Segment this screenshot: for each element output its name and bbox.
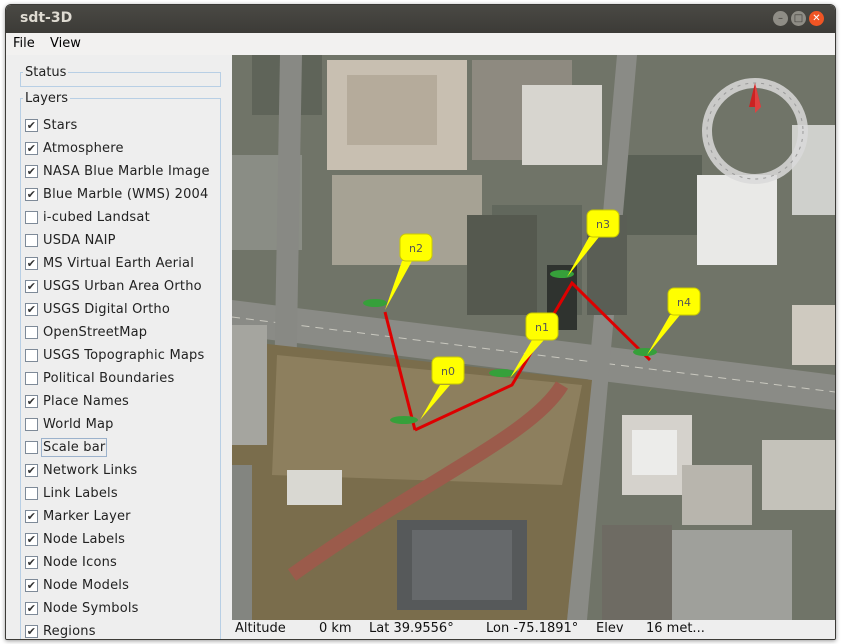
- checkbox-checked-icon[interactable]: ✔: [25, 141, 38, 155]
- checkbox-checked-icon[interactable]: ✔: [25, 302, 38, 316]
- checkbox-unchecked-icon[interactable]: [25, 417, 38, 431]
- checkbox-checked-icon[interactable]: ✔: [25, 463, 38, 477]
- layer-label: MS Virtual Earth Aerial: [43, 255, 195, 271]
- layer-label: Scale bar: [40, 437, 108, 457]
- layer-toggle[interactable]: ✔ USGS Digital Ortho: [25, 299, 170, 319]
- checkbox-checked-icon[interactable]: ✔: [25, 509, 38, 523]
- checkbox-checked-icon[interactable]: ✔: [25, 187, 38, 201]
- latitude-readout: Lat 39.9556°: [369, 621, 454, 636]
- layer-toggle[interactable]: ✔ Node Symbols: [25, 598, 139, 618]
- layer-toggle[interactable]: Political Boundaries: [25, 368, 174, 388]
- layer-label: USGS Topographic Maps: [43, 347, 205, 363]
- svg-text:n1: n1: [535, 321, 549, 334]
- layer-label: Regions: [43, 623, 96, 639]
- layer-toggle[interactable]: ✔ Marker Layer: [25, 506, 131, 526]
- layer-toggle[interactable]: ✔ Blue Marble (WMS) 2004: [25, 184, 209, 204]
- layer-label: Marker Layer: [43, 508, 131, 524]
- layer-toggle[interactable]: i-cubed Landsat: [25, 207, 150, 227]
- checkbox-checked-icon[interactable]: ✔: [25, 578, 38, 592]
- longitude-readout: Lon -75.1891°: [486, 621, 579, 636]
- layer-toggle[interactable]: ✔ USGS Urban Area Ortho: [25, 276, 202, 296]
- layer-toggle[interactable]: ✔ MS Virtual Earth Aerial: [25, 253, 194, 273]
- layer-toggle[interactable]: Link Labels: [25, 483, 118, 503]
- layer-toggle[interactable]: Scale bar: [25, 437, 108, 457]
- checkbox-checked-icon[interactable]: ✔: [25, 624, 38, 638]
- layer-toggle[interactable]: USGS Topographic Maps: [25, 345, 204, 365]
- layer-toggle[interactable]: ✔ Place Names: [25, 391, 129, 411]
- checkbox-checked-icon[interactable]: ✔: [25, 532, 38, 546]
- layer-toggle[interactable]: USDA NAIP: [25, 230, 116, 250]
- checkbox-unchecked-icon[interactable]: [25, 325, 38, 339]
- window-title: sdt-3D: [20, 10, 73, 26]
- checkbox-unchecked-icon[interactable]: [25, 486, 38, 500]
- checkbox-unchecked-icon[interactable]: [25, 210, 38, 224]
- svg-text:n4: n4: [677, 296, 691, 309]
- map-view[interactable]: n0 n1 n2 n3 n4: [232, 55, 835, 620]
- checkbox-checked-icon[interactable]: ✔: [25, 601, 38, 615]
- minimize-icon[interactable]: –: [773, 11, 788, 26]
- checkbox-checked-icon[interactable]: ✔: [25, 164, 38, 178]
- layer-toggle[interactable]: ✔ Atmosphere: [25, 138, 124, 158]
- layer-label: Political Boundaries: [43, 370, 175, 386]
- layer-label: USGS Digital Ortho: [43, 301, 170, 317]
- layer-label: Node Symbols: [43, 600, 139, 616]
- layer-label: World Map: [43, 416, 114, 432]
- elevation-value: 16 met...: [646, 621, 705, 636]
- layers-label: Layers: [23, 91, 71, 106]
- layer-toggle[interactable]: ✔ NASA Blue Marble Image: [25, 161, 210, 181]
- layer-toggle[interactable]: ✔ Network Links: [25, 460, 137, 480]
- altitude-value: 0 km: [319, 621, 352, 636]
- layer-toggle[interactable]: ✔ Regions: [25, 621, 96, 639]
- layer-label: Link Labels: [43, 485, 118, 501]
- layer-label: Atmosphere: [43, 140, 124, 156]
- layer-label: Node Labels: [43, 531, 126, 547]
- layer-label: USGS Urban Area Ortho: [43, 278, 202, 294]
- layer-label: OpenStreetMap: [43, 324, 148, 340]
- title-bar[interactable]: sdt-3D – □ ✕: [6, 5, 835, 33]
- layer-toggle[interactable]: World Map: [25, 414, 114, 434]
- layer-toggle[interactable]: ✔ Node Models: [25, 575, 129, 595]
- svg-text:n3: n3: [596, 218, 610, 231]
- layer-label: Network Links: [43, 462, 138, 478]
- menu-file[interactable]: File: [13, 36, 35, 51]
- checkbox-unchecked-icon[interactable]: [25, 348, 38, 362]
- layer-label: i-cubed Landsat: [43, 209, 150, 225]
- menu-view[interactable]: View: [50, 36, 81, 51]
- status-label: Status: [23, 65, 69, 80]
- layer-toggle[interactable]: ✔ Stars: [25, 115, 77, 135]
- layer-label: Node Models: [43, 577, 130, 593]
- checkbox-unchecked-icon[interactable]: [25, 233, 38, 247]
- layer-label: Blue Marble (WMS) 2004: [43, 186, 209, 202]
- layer-label: Stars: [43, 117, 78, 133]
- layer-label: USDA NAIP: [43, 232, 116, 248]
- svg-text:n0: n0: [441, 365, 455, 378]
- altitude-label: Altitude: [235, 621, 286, 636]
- checkbox-checked-icon[interactable]: ✔: [25, 118, 38, 132]
- checkbox-checked-icon[interactable]: ✔: [25, 555, 38, 569]
- close-icon[interactable]: ✕: [809, 11, 824, 26]
- elevation-label: Elev: [596, 621, 624, 636]
- layer-toggle[interactable]: ✔ Node Icons: [25, 552, 117, 572]
- maximize-icon[interactable]: □: [791, 11, 806, 26]
- layer-label: NASA Blue Marble Image: [43, 163, 210, 179]
- aerial-map[interactable]: n0 n1 n2 n3 n4: [232, 55, 835, 620]
- side-panel: Status Layers ✔ Stars ✔ Atmosphere ✔ NASA Blu…: [6, 55, 232, 639]
- status-bar: Altitude 0 km Lat 39.9556° Lon -75.1891°…: [232, 620, 835, 639]
- checkbox-checked-icon[interactable]: ✔: [25, 394, 38, 408]
- app-window: sdt-3D – □ ✕ File View Status Layers ✔ St…: [5, 4, 836, 640]
- checkbox-unchecked-icon[interactable]: [25, 371, 38, 385]
- layer-label: Node Icons: [43, 554, 118, 570]
- svg-text:n2: n2: [409, 242, 423, 255]
- layer-toggle[interactable]: ✔ Node Labels: [25, 529, 125, 549]
- menu-bar: File View: [6, 33, 835, 56]
- checkbox-unchecked-icon[interactable]: [25, 440, 38, 454]
- checkbox-checked-icon[interactable]: ✔: [25, 279, 38, 293]
- checkbox-checked-icon[interactable]: ✔: [25, 256, 38, 270]
- layer-toggle[interactable]: OpenStreetMap: [25, 322, 147, 342]
- layer-label: Place Names: [43, 393, 130, 409]
